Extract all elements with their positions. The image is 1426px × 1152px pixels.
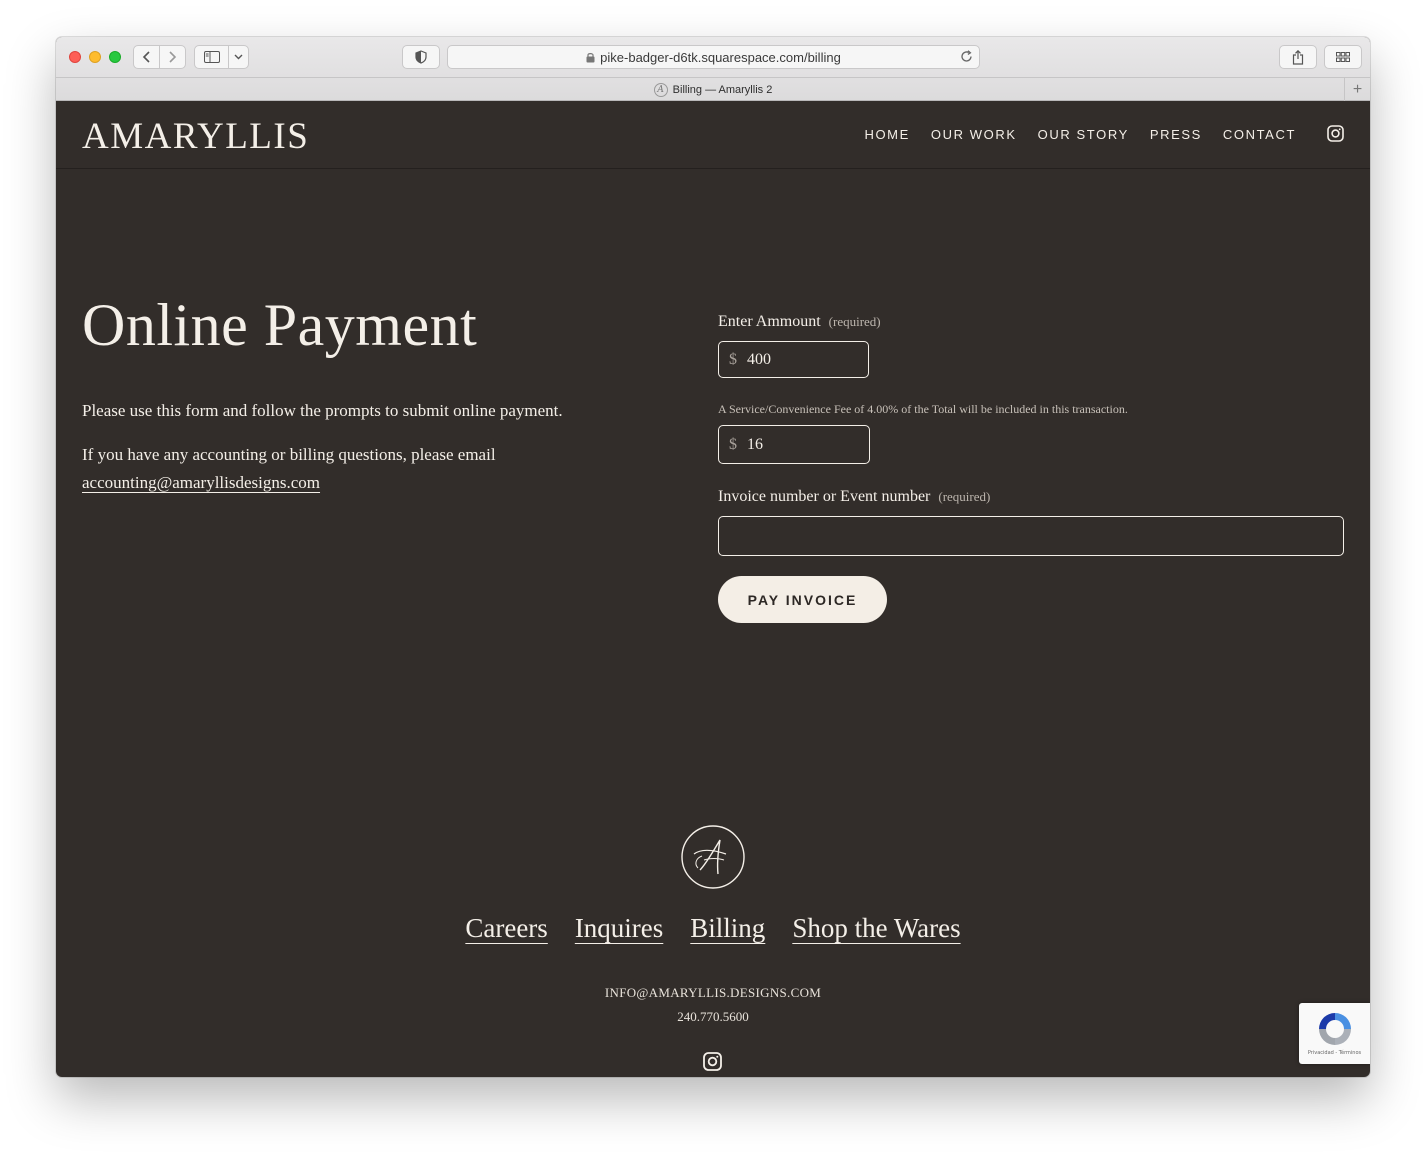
intro-text: Please use this form and follow the prom… bbox=[82, 401, 563, 420]
footer-link-billing[interactable]: Billing bbox=[690, 913, 765, 944]
fee-input[interactable]: $ 16 bbox=[718, 425, 870, 464]
amount-value: 400 bbox=[747, 350, 771, 368]
nav-home[interactable]: HOME bbox=[864, 127, 909, 142]
contact-text: If you have any accounting or billing qu… bbox=[82, 441, 496, 497]
tab-title[interactable]: Billing — Amaryllis 2 bbox=[673, 84, 773, 96]
required-tag: (required) bbox=[938, 489, 991, 504]
nav-our-story[interactable]: OUR STORY bbox=[1038, 127, 1129, 142]
invoice-label-text: Invoice number or Event number bbox=[718, 488, 931, 505]
amount-label-text: Enter Ammount bbox=[718, 313, 821, 330]
recaptcha-icon bbox=[1316, 1010, 1354, 1053]
lock-icon bbox=[586, 52, 595, 63]
footer-link-inquires[interactable]: Inquires bbox=[575, 913, 663, 944]
new-tab-icon[interactable]: + bbox=[1344, 78, 1370, 101]
footer-email[interactable]: INFO@AMARYLLIS.DESIGNS.COM bbox=[56, 985, 1370, 1001]
nav-our-work[interactable]: OUR WORK bbox=[931, 127, 1017, 142]
chevron-down-icon[interactable] bbox=[229, 54, 248, 60]
footer-link-careers[interactable]: Careers bbox=[465, 913, 547, 944]
tab-overview-button[interactable] bbox=[1324, 45, 1362, 69]
reload-icon[interactable] bbox=[960, 50, 973, 63]
minimize-window-button[interactable] bbox=[89, 51, 101, 63]
url-text: pike-badger-d6tk.squarespace.com/billing bbox=[600, 49, 841, 65]
invoice-input[interactable] bbox=[718, 516, 1344, 556]
instagram-icon[interactable] bbox=[703, 1052, 722, 1071]
sidebar-icon[interactable] bbox=[195, 51, 228, 63]
nav-press[interactable]: PRESS bbox=[1150, 127, 1202, 142]
privacy-report-button[interactable] bbox=[402, 45, 440, 69]
invoice-label: Invoice number or Event number (required) bbox=[718, 488, 990, 506]
currency-symbol: $ bbox=[729, 350, 737, 368]
pay-invoice-button[interactable]: PAY INVOICE bbox=[718, 576, 887, 623]
share-button[interactable] bbox=[1279, 45, 1317, 69]
tabs-overview-icon bbox=[1336, 52, 1350, 62]
footer-phone[interactable]: 240.770.5600 bbox=[56, 1009, 1370, 1025]
recaptcha-terms[interactable]: Privacidad - Términos bbox=[1299, 1050, 1370, 1056]
fee-note: A Service/Convenience Fee of 4.00% of th… bbox=[718, 402, 1128, 416]
site-favicon-icon: A bbox=[653, 82, 668, 97]
history-nav-group bbox=[133, 45, 186, 69]
fee-value: 16 bbox=[747, 435, 763, 453]
browser-window: pike-badger-d6tk.squarespace.com/billing… bbox=[56, 37, 1370, 1077]
forward-icon[interactable] bbox=[160, 50, 185, 64]
site-header: AMARYLLIS HOME OUR WORK OUR STORY PRESS … bbox=[56, 101, 1370, 169]
instagram-icon[interactable] bbox=[1327, 125, 1344, 142]
address-bar[interactable]: pike-badger-d6tk.squarespace.com/billing bbox=[447, 45, 980, 69]
main-nav: HOME OUR WORK OUR STORY PRESS CONTACT bbox=[864, 127, 1296, 142]
accounting-email-link[interactable]: accounting@amaryllisdesigns.com bbox=[82, 473, 320, 492]
currency-symbol: $ bbox=[729, 435, 737, 453]
shield-icon bbox=[415, 50, 427, 64]
required-tag: (required) bbox=[828, 314, 881, 329]
amount-label: Enter Ammount (required) bbox=[718, 313, 881, 331]
nav-contact[interactable]: CONTACT bbox=[1223, 127, 1296, 142]
zoom-window-button[interactable] bbox=[109, 51, 121, 63]
monogram-logo[interactable] bbox=[680, 824, 746, 895]
back-icon[interactable] bbox=[134, 50, 159, 64]
share-icon bbox=[1292, 49, 1304, 65]
footer-links: Careers Inquires Billing Shop the Wares bbox=[56, 913, 1370, 944]
footer-link-shop[interactable]: Shop the Wares bbox=[792, 913, 960, 944]
amount-input[interactable]: $ 400 bbox=[718, 341, 869, 378]
browser-toolbar: pike-badger-d6tk.squarespace.com/billing… bbox=[56, 37, 1370, 101]
contact-line: If you have any accounting or billing qu… bbox=[82, 445, 496, 464]
tab-bar: A Billing — Amaryllis 2 + bbox=[56, 77, 1370, 101]
sidebar-toggle-group bbox=[194, 45, 249, 69]
page-title: Online Payment bbox=[82, 292, 478, 358]
close-window-button[interactable] bbox=[69, 51, 81, 63]
recaptcha-badge[interactable]: Privacidad - Términos bbox=[1299, 1003, 1370, 1064]
site-logo[interactable]: AMARYLLIS bbox=[82, 115, 309, 158]
